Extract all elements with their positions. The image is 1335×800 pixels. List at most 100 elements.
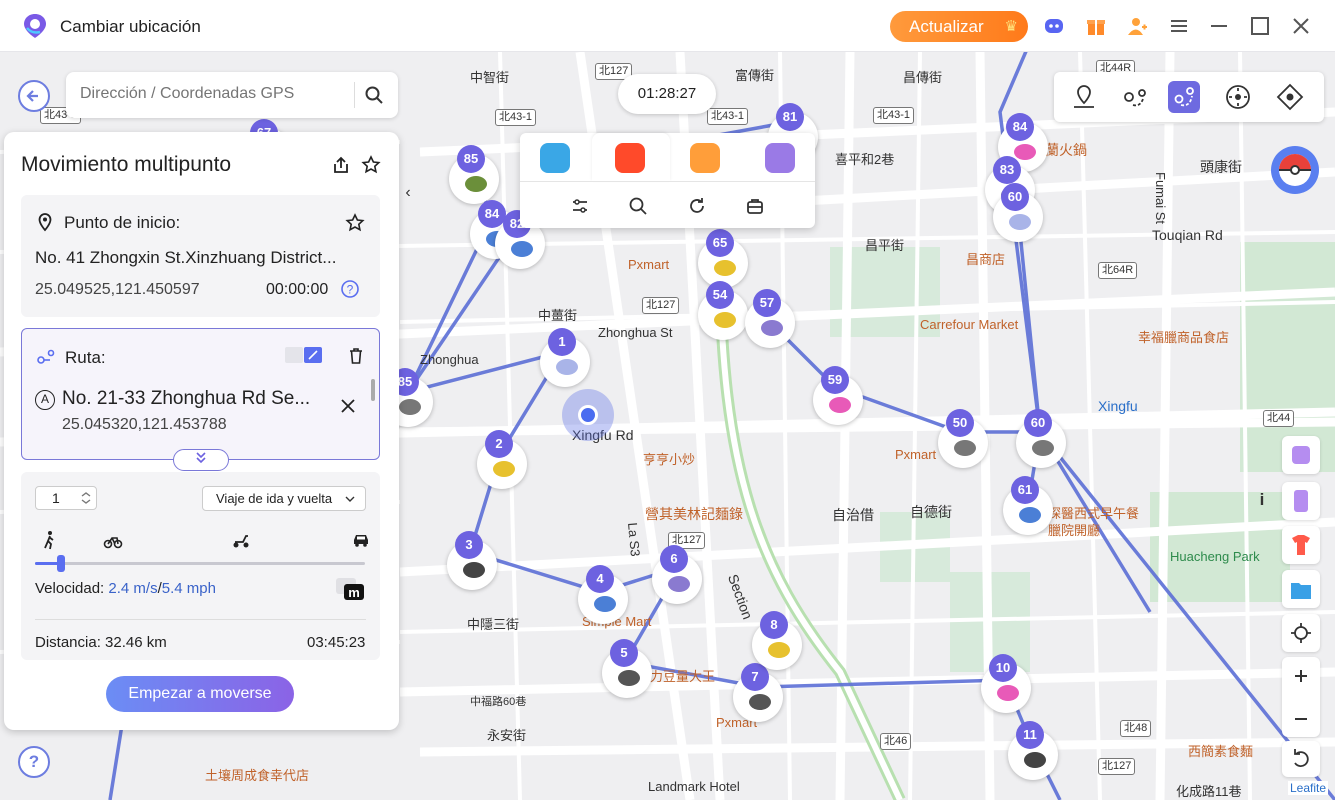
zoom-in-icon[interactable]	[1282, 657, 1320, 695]
route-marker[interactable]: 10	[981, 654, 1031, 713]
joystick-mode-icon[interactable]	[1222, 81, 1254, 113]
walking-icon[interactable]	[39, 530, 59, 550]
remove-point-icon[interactable]	[338, 396, 358, 416]
route-marker[interactable]: 3	[447, 531, 497, 590]
route-point-letter: A	[35, 390, 55, 410]
route-marker[interactable]: 1	[540, 328, 590, 387]
car-icon[interactable]	[351, 530, 371, 550]
gift-icon[interactable]	[1085, 15, 1107, 37]
map-label: Zhonghua St	[598, 325, 673, 340]
title-bar: Cambiar ubicación Actualizar ♛	[0, 0, 1335, 52]
map-label: 中智街	[470, 70, 510, 85]
tab-app-reddit[interactable]	[615, 143, 645, 173]
route-scrollbar[interactable]	[371, 379, 375, 401]
tab-app-location[interactable]	[690, 143, 720, 173]
map-label: 永安街	[487, 728, 527, 743]
pokeball-icon[interactable]	[1271, 146, 1319, 194]
route-marker[interactable]: 60	[993, 183, 1043, 242]
start-moving-button[interactable]: Empezar a moverse	[106, 676, 294, 712]
info-icon[interactable]: i	[1252, 490, 1272, 512]
close-icon[interactable]	[1290, 15, 1312, 37]
star-icon[interactable]	[345, 213, 365, 233]
route-marker[interactable]: 7	[733, 663, 783, 722]
route-marker[interactable]: 6	[652, 545, 702, 604]
back-button[interactable]	[18, 80, 50, 112]
route-marker[interactable]: 85	[449, 145, 499, 204]
discord-icon[interactable]	[1043, 15, 1065, 37]
map-label: 自治借	[832, 507, 874, 523]
cycling-icon[interactable]	[103, 530, 123, 550]
route-card: Ruta: A No. 21-33 Zhonghua Rd Se... 25.0…	[21, 328, 380, 460]
map-label: 中隱三街	[467, 617, 520, 632]
map-label: 幸福臘商品食店	[1138, 330, 1230, 345]
search-divider	[354, 82, 355, 108]
route-marker[interactable]: 61	[1003, 476, 1053, 535]
route-marker[interactable]: 54	[698, 281, 748, 340]
app-title: Cambiar ubicación	[60, 17, 201, 36]
target-mode-icon[interactable]	[1274, 81, 1306, 113]
maximize-icon[interactable]	[1249, 15, 1271, 37]
side-tool-folder[interactable]	[1282, 570, 1320, 608]
map-label: Zhonghua	[420, 352, 479, 367]
repeat-count-value: 1	[52, 490, 60, 506]
route-marker[interactable]: 60	[1016, 409, 1066, 468]
locate-button[interactable]	[1282, 614, 1320, 652]
tab-app-map[interactable]	[765, 143, 795, 173]
stepper-arrows-icon[interactable]	[79, 490, 93, 506]
route-edit-toggle-icon[interactable]	[285, 345, 323, 365]
map-label: Xingfu	[1098, 398, 1138, 414]
travel-mode-select[interactable]: Viaje de ida y vuelta	[202, 486, 366, 511]
map-label: 西簡素食麵	[1188, 744, 1254, 759]
map-label: 昌傳街	[903, 70, 943, 85]
multi-spot-mode-icon[interactable]	[1168, 81, 1200, 113]
route-marker[interactable]: 4	[578, 565, 628, 624]
route-marker[interactable]: 57	[745, 289, 795, 348]
search-input[interactable]	[80, 85, 350, 103]
refresh-icon[interactable]	[687, 196, 707, 216]
help-circle-icon[interactable]: ?	[340, 279, 360, 299]
zoom-out-icon[interactable]	[1282, 700, 1320, 738]
map-label: 富傳街	[735, 68, 775, 83]
favorite-star-icon[interactable]	[361, 155, 381, 175]
undo-button[interactable]	[1282, 741, 1320, 777]
search-icon[interactable]	[364, 85, 384, 105]
route-marker[interactable]: 8	[752, 611, 802, 670]
panel-title: Movimiento multipunto	[21, 153, 232, 176]
tab-app-1[interactable]	[540, 143, 570, 173]
export-icon[interactable]	[331, 155, 351, 175]
search-icon[interactable]	[628, 196, 648, 216]
map-label: 營其美林記麵錄	[645, 506, 743, 522]
expand-route-button[interactable]	[173, 449, 229, 471]
help-icon[interactable]: ?	[18, 746, 50, 778]
collapse-panel-icon[interactable]: ‹	[399, 180, 417, 206]
minimize-icon[interactable]	[1208, 15, 1230, 37]
map-label: Landmark Hotel	[648, 779, 740, 794]
chevron-double-down-icon	[196, 452, 206, 464]
account-icon[interactable]	[1126, 15, 1148, 37]
route-marker[interactable]: 5	[602, 639, 652, 698]
map-label: 化成路11巷	[1176, 784, 1242, 799]
route-marker[interactable]: 2	[477, 430, 527, 489]
teleport-mode-icon[interactable]	[1068, 81, 1100, 113]
map-label: Pxmart	[628, 257, 670, 272]
route-marker[interactable]: 11	[1008, 721, 1058, 780]
app-logo-icon	[24, 14, 46, 38]
upgrade-button[interactable]: Actualizar ♛	[890, 11, 1028, 42]
speed-unit-toggle-icon[interactable]: m	[335, 577, 365, 601]
speed-slider[interactable]	[35, 555, 365, 572]
side-tool-phone[interactable]	[1282, 482, 1320, 520]
game-tabs-popup	[520, 133, 815, 228]
trash-icon[interactable]	[346, 346, 366, 366]
map-attribution[interactable]: Leafite	[1288, 781, 1329, 795]
side-tool-app[interactable]	[1282, 436, 1320, 474]
repeat-count-stepper[interactable]: 1	[35, 486, 97, 510]
scooter-icon[interactable]	[231, 530, 251, 550]
side-tool-shirt[interactable]	[1282, 526, 1320, 564]
two-spot-mode-icon[interactable]	[1118, 81, 1150, 113]
filter-icon[interactable]	[570, 196, 590, 216]
bag-icon[interactable]	[745, 196, 765, 216]
speed-slider-thumb[interactable]	[57, 555, 66, 572]
route-marker[interactable]: 59	[813, 366, 863, 425]
menu-icon[interactable]	[1168, 15, 1190, 37]
route-marker[interactable]: 50	[938, 409, 988, 468]
